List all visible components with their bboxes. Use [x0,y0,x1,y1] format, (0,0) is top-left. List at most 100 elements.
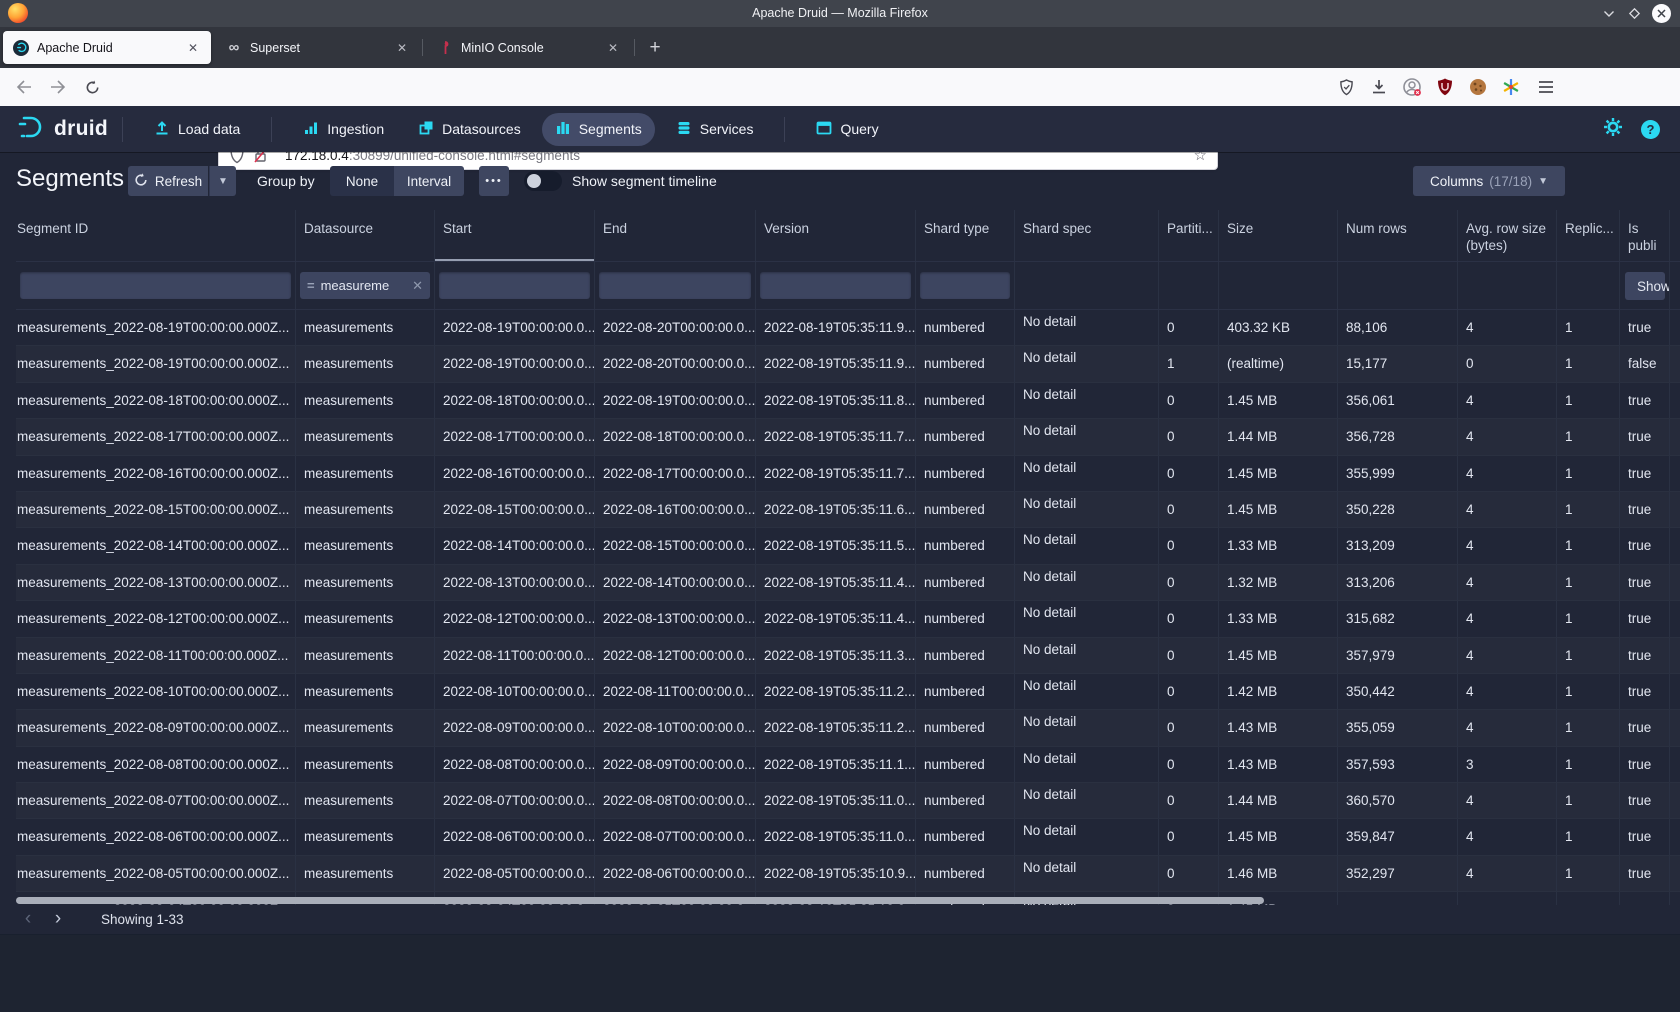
cell-segment-id[interactable]: measurements_2022-08-07T00:00:00.000Z... [16,783,295,818]
cell-version[interactable]: 2022-08-19T05:35:11.7... [755,456,915,491]
is-published-filter-button[interactable]: Show [1625,272,1665,300]
column-header-replic[interactable]: Replic... [1556,210,1619,261]
cell-start[interactable]: 2022-08-07T00:00:00.0... [434,783,594,818]
cell-shard-type[interactable]: numbered [915,310,1014,345]
cell-end[interactable]: 2022-08-16T00:00:00.0... [594,492,755,527]
cell-end[interactable]: 2022-08-11T00:00:00.0... [594,674,755,709]
cell-shard-spec[interactable]: No detail [1014,565,1158,600]
tab-superset[interactable]: ∞ Superset ✕ [216,31,420,64]
column-header-end[interactable]: End [594,210,755,261]
cell-shard-type[interactable]: numbered [915,819,1014,854]
cell-shard-type[interactable]: numbered [915,710,1014,745]
column-header-segment-id[interactable]: Segment ID [16,210,295,261]
cell-replic[interactable]: 1 [1556,747,1619,782]
cell-avg-row-size-bytes[interactable]: 3 [1457,747,1556,782]
cell-is-publi[interactable]: true [1619,674,1669,709]
cell-avg-row-size-bytes[interactable]: 4 [1457,601,1556,636]
cell-start[interactable]: 2022-08-10T00:00:00.0... [434,674,594,709]
cell-shard-type[interactable]: numbered [915,492,1014,527]
cell-segment-id[interactable]: measurements_2022-08-19T00:00:00.000Z... [16,346,295,381]
cell-segment-id[interactable]: measurements_2022-08-09T00:00:00.000Z... [16,710,295,745]
cell-partiti[interactable]: 0 [1158,492,1218,527]
cell-end[interactable]: 2022-08-15T00:00:00.0... [594,528,755,563]
cell-replic[interactable]: 1 [1556,638,1619,673]
cell-segment-id[interactable]: measurements_2022-08-12T00:00:00.000Z... [16,601,295,636]
back-icon[interactable] [10,73,38,101]
cell-start[interactable]: 2022-08-17T00:00:00.0... [434,419,594,454]
cell-end[interactable]: 2022-08-19T00:00:00.0... [594,383,755,418]
cell-size[interactable]: 1.45 MB [1218,638,1337,673]
cell-shard-spec[interactable]: No detail [1014,710,1158,745]
cell-datasource[interactable]: measurements [295,638,434,673]
cell-segment-id[interactable]: measurements_2022-08-05T00:00:00.000Z... [16,856,295,891]
cell-replic[interactable]: 1 [1556,710,1619,745]
cell-size[interactable]: 1.33 MB [1218,601,1337,636]
cell-end[interactable]: 2022-08-10T00:00:00.0... [594,710,755,745]
cell-size[interactable]: 1.44 MB [1218,419,1337,454]
cell-segment-id[interactable]: measurements_2022-08-16T00:00:00.000Z... [16,456,295,491]
cell-num-rows[interactable]: 315,682 [1337,601,1457,636]
cell-end[interactable]: 2022-08-14T00:00:00.0... [594,565,755,600]
cell-replic[interactable]: 1 [1556,346,1619,381]
cell-partiti[interactable]: 0 [1158,747,1218,782]
cookie-icon[interactable] [1467,76,1489,98]
column-header-shard-spec[interactable]: Shard spec [1014,210,1158,261]
cell-shard-type[interactable]: numbered [915,638,1014,673]
cell-partiti[interactable]: 0 [1158,856,1218,891]
cell-shard-spec[interactable]: No detail [1014,456,1158,491]
segment-timeline-toggle[interactable] [524,171,562,191]
cell-shard-type[interactable]: numbered [915,674,1014,709]
cell-start[interactable]: 2022-08-11T00:00:00.0... [434,638,594,673]
cell-shard-spec[interactable]: No detail [1014,856,1158,891]
forward-icon[interactable] [44,73,72,101]
cell-avg-row-size-bytes[interactable]: 4 [1457,710,1556,745]
multicolor-asterisk-icon[interactable] [1500,76,1522,98]
cell-version[interactable]: 2022-08-19T05:35:11.4... [755,601,915,636]
columns-button[interactable]: Columns (17/18) ▼ [1413,166,1565,196]
new-tab-button[interactable]: + [642,35,668,61]
cell-partiti[interactable]: 1 [1158,346,1218,381]
cell-is-publi[interactable]: true [1619,747,1669,782]
cell-partiti[interactable]: 0 [1158,601,1218,636]
filter-input-shard-type[interactable] [920,272,1010,299]
cell-end[interactable]: 2022-08-06T00:00:00.0... [594,856,755,891]
cell-partiti[interactable]: 0 [1158,565,1218,600]
settings-gear-icon[interactable] [1603,117,1623,142]
group-by-none-button[interactable]: None [330,166,394,196]
column-header-start[interactable]: Start [434,210,594,261]
cell-size[interactable]: (realtime) [1218,346,1337,381]
cell-end[interactable]: 2022-08-12T00:00:00.0... [594,638,755,673]
cell-shard-type[interactable]: numbered [915,565,1014,600]
cell-partiti[interactable]: 0 [1158,528,1218,563]
cell-start[interactable]: 2022-08-16T00:00:00.0... [434,456,594,491]
cell-segment-id[interactable]: measurements_2022-08-15T00:00:00.000Z... [16,492,295,527]
cell-datasource[interactable]: measurements [295,674,434,709]
menu-hamburger-icon[interactable] [1535,76,1557,98]
cell-version[interactable]: 2022-08-19T05:35:11.9... [755,310,915,345]
cell-start[interactable]: 2022-08-18T00:00:00.0... [434,383,594,418]
cell-start[interactable]: 2022-08-08T00:00:00.0... [434,747,594,782]
cell-start[interactable]: 2022-08-12T00:00:00.0... [434,601,594,636]
cell-replic[interactable]: 1 [1556,310,1619,345]
cell-version[interactable]: 2022-08-19T05:35:11.9... [755,346,915,381]
cell-shard-type[interactable]: numbered [915,346,1014,381]
cell-version[interactable]: 2022-08-19T05:35:11.7... [755,419,915,454]
cell-size[interactable]: 1.43 MB [1218,747,1337,782]
cell-size[interactable]: 1.46 MB [1218,856,1337,891]
cell-shard-type[interactable]: numbered [915,856,1014,891]
cell-start[interactable]: 2022-08-09T00:00:00.0... [434,710,594,745]
cell-segment-id[interactable]: measurements_2022-08-13T00:00:00.000Z... [16,565,295,600]
column-header-size[interactable]: Size [1218,210,1337,261]
cell-datasource[interactable]: measurements [295,346,434,381]
column-header-partiti[interactable]: Partiti... [1158,210,1218,261]
cell-avg-row-size-bytes[interactable]: 4 [1457,638,1556,673]
cell-num-rows[interactable]: 350,442 [1337,674,1457,709]
cell-is-publi[interactable]: true [1619,419,1669,454]
cell-segment-id[interactable]: measurements_2022-08-11T00:00:00.000Z... [16,638,295,673]
cell-datasource[interactable]: measurements [295,601,434,636]
cell-end[interactable]: 2022-08-09T00:00:00.0... [594,747,755,782]
cell-shard-type[interactable]: numbered [915,456,1014,491]
cell-version[interactable]: 2022-08-19T05:35:11.2... [755,674,915,709]
group-by-interval-button[interactable]: Interval [394,166,464,196]
cell-start[interactable]: 2022-08-05T00:00:00.0... [434,856,594,891]
